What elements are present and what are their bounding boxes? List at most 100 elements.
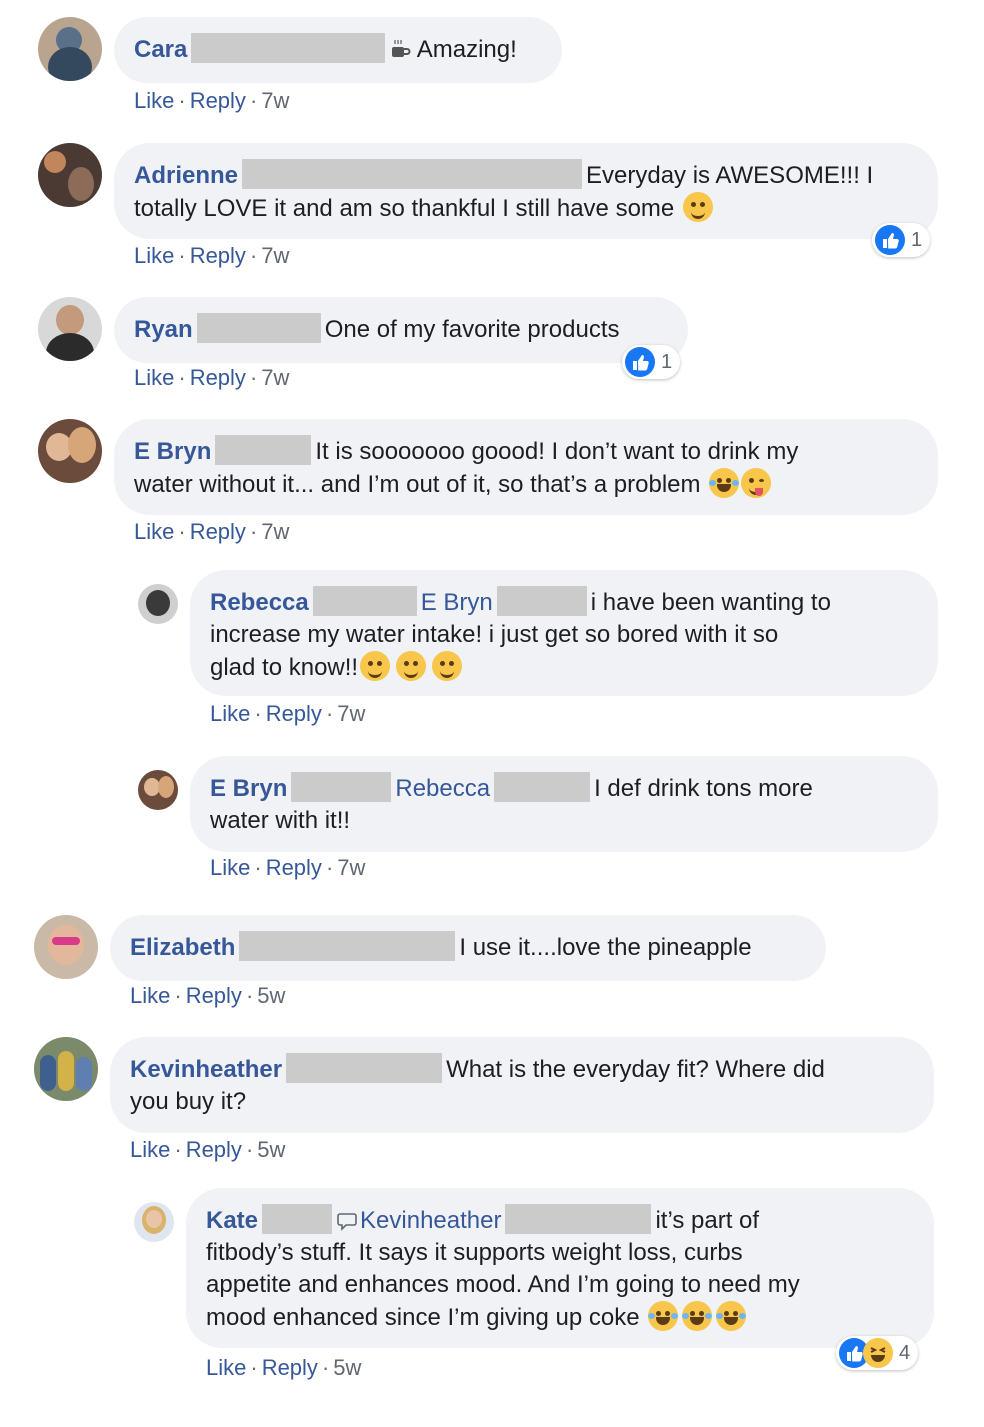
comment-text-line: water without it... and I’m out of it, s…: [134, 471, 701, 498]
timestamp[interactable]: 5w: [257, 1137, 285, 1162]
comment-text-line: totally LOVE it and am so thankful I sti…: [134, 195, 675, 222]
reply-link[interactable]: Reply: [190, 88, 246, 113]
avatar[interactable]: [38, 17, 102, 81]
laughing-tears-emoji: [648, 1301, 679, 1331]
like-link[interactable]: Like: [210, 701, 250, 726]
like-link[interactable]: Like: [130, 1137, 170, 1162]
comment-text-line: water with it!!: [210, 807, 351, 834]
comment-text-line: I def drink tons more: [594, 775, 813, 802]
reply-chat-icon: [336, 1208, 360, 1231]
comment-actions: Like · Reply · 7w: [210, 855, 366, 880]
commenter-name[interactable]: Elizabeth: [130, 934, 235, 961]
avatar[interactable]: [138, 770, 178, 810]
like-link[interactable]: Like: [210, 855, 250, 880]
commenter-name[interactable]: Kevinheather: [130, 1056, 282, 1083]
comment-bubble: Rebecca E Bryn i have been wanting to incr…: [190, 570, 938, 696]
coffee-icon: [389, 37, 411, 59]
reply-link[interactable]: Reply: [190, 519, 246, 544]
redacted-surname: [291, 772, 392, 802]
like-link[interactable]: Like: [206, 1355, 246, 1380]
smiling-face-emoji: [396, 651, 427, 681]
commenter-name[interactable]: Adrienne: [134, 162, 238, 189]
timestamp[interactable]: 7w: [337, 701, 365, 726]
redacted-surname: [505, 1204, 652, 1234]
comment-bubble: Kate Kevinheather it’s part of fitbody’s s…: [186, 1188, 934, 1348]
reaction-count[interactable]: 1: [622, 345, 681, 379]
comment-text: I use it....love the pineapple: [459, 934, 752, 961]
reply-link[interactable]: Reply: [266, 701, 322, 726]
redacted-surname: [496, 586, 587, 616]
comment-bubble: E Bryn It is sooooooo goood! I don’t want…: [114, 419, 938, 515]
avatar[interactable]: [138, 584, 178, 624]
comment-text-line: What is the everyday fit? Where did: [446, 1056, 825, 1083]
like-link[interactable]: Like: [134, 88, 174, 113]
timestamp[interactable]: 7w: [261, 88, 289, 113]
redacted-surname: [239, 931, 456, 961]
commenter-name[interactable]: Rebecca: [210, 589, 309, 616]
comment-bubble: Cara Amazing!: [114, 17, 562, 83]
winking-tongue-emoji: [741, 468, 772, 498]
mention-tag[interactable]: E Bryn: [421, 589, 493, 616]
redacted-surname: [312, 586, 417, 616]
avatar[interactable]: [34, 1037, 98, 1101]
reply-link[interactable]: Reply: [190, 365, 246, 390]
redacted-surname: [494, 772, 591, 802]
timestamp[interactable]: 7w: [261, 365, 289, 390]
avatar[interactable]: [134, 1202, 174, 1242]
comment-text-line: you buy it?: [130, 1088, 247, 1115]
avatar[interactable]: [38, 419, 102, 483]
commenter-name[interactable]: Ryan: [134, 316, 193, 343]
timestamp[interactable]: 7w: [337, 855, 365, 880]
timestamp[interactable]: 7w: [261, 519, 289, 544]
avatar[interactable]: [38, 297, 102, 361]
timestamp[interactable]: 7w: [261, 243, 289, 268]
comment-text: Amazing!: [416, 36, 517, 63]
comment-actions: Like · Reply · 7w: [134, 243, 290, 268]
thumbs-up-icon: [875, 225, 905, 255]
comment-text-line: appetite and enhances mood. And I’m goin…: [206, 1271, 800, 1298]
commenter-name[interactable]: E Bryn: [134, 438, 211, 465]
laughing-tears-emoji: [716, 1301, 747, 1331]
redacted-surname: [191, 33, 386, 63]
commenter-name[interactable]: Cara: [134, 36, 187, 63]
reply-link[interactable]: Reply: [186, 983, 242, 1008]
like-link[interactable]: Like: [134, 365, 174, 390]
comment-actions: Like · Reply · 5w: [130, 983, 286, 1008]
commenter-name[interactable]: E Bryn: [210, 775, 287, 802]
comment-text-line: mood enhanced since I’m giving up coke: [206, 1304, 640, 1331]
redacted-surname: [196, 313, 321, 343]
comment-text-line: It is sooooooo goood! I don’t want to dr…: [315, 438, 799, 465]
comment-actions: Like · Reply · 5w: [206, 1355, 362, 1380]
smiling-face-emoji: [432, 651, 463, 681]
haha-icon: [863, 1338, 893, 1368]
thumbs-up-icon: [625, 347, 655, 377]
timestamp[interactable]: 5w: [257, 983, 285, 1008]
comment-actions: Like · Reply · 7w: [134, 519, 290, 544]
avatar[interactable]: [38, 143, 102, 207]
like-link[interactable]: Like: [134, 243, 174, 268]
comment-text-line: glad to know!!: [210, 654, 359, 681]
smiling-face-emoji: [360, 651, 391, 681]
like-link[interactable]: Like: [130, 983, 170, 1008]
comment-text-line: increase my water intake! i just get so …: [210, 621, 779, 648]
comment-bubble: Elizabeth I use it....love the pineapple: [110, 915, 826, 981]
reaction-count[interactable]: 1: [872, 223, 931, 257]
reply-link[interactable]: Reply: [186, 1137, 242, 1162]
commenter-name[interactable]: Kate: [206, 1207, 258, 1234]
reaction-count[interactable]: 4: [836, 1336, 919, 1370]
redacted-surname: [242, 159, 583, 189]
redacted-surname: [286, 1053, 443, 1083]
mention-tag[interactable]: Rebecca: [395, 775, 490, 802]
comment-actions: Like · Reply · 5w: [130, 1137, 286, 1162]
reply-link[interactable]: Reply: [262, 1355, 318, 1380]
like-link[interactable]: Like: [134, 519, 174, 544]
comment-text-line: Everyday is AWESOME!!! I: [586, 162, 874, 189]
comment-text-line: i have been wanting to: [590, 589, 831, 616]
reply-link[interactable]: Reply: [266, 855, 322, 880]
mention-tag[interactable]: Kevinheather: [360, 1207, 501, 1234]
laughing-tears-emoji: [682, 1301, 713, 1331]
reply-link[interactable]: Reply: [190, 243, 246, 268]
comment-actions: Like · Reply · 7w: [210, 701, 366, 726]
timestamp[interactable]: 5w: [333, 1355, 361, 1380]
avatar[interactable]: [34, 915, 98, 979]
